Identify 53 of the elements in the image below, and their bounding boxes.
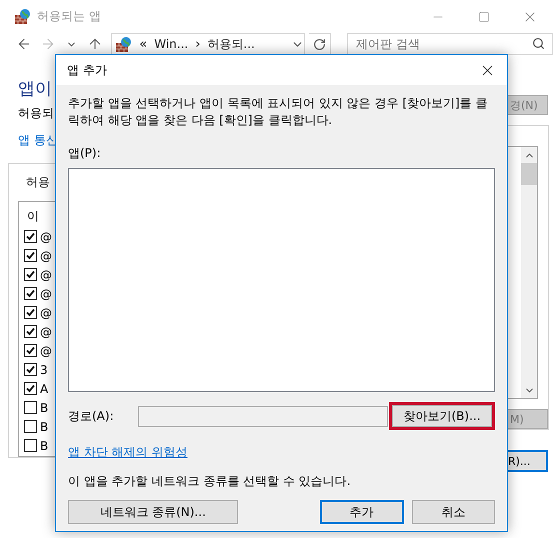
app-name: B xyxy=(40,400,48,414)
window-title: 허용되는 앱 xyxy=(37,8,102,25)
checkbox[interactable] xyxy=(24,230,37,243)
checkbox[interactable] xyxy=(24,249,37,262)
scrollbar[interactable] xyxy=(521,147,537,398)
scroll-thumb[interactable] xyxy=(521,163,537,185)
app-name: @ xyxy=(40,324,52,338)
checkbox[interactable] xyxy=(24,363,37,376)
breadcrumb-separator[interactable]: « xyxy=(139,36,148,52)
app-name: 3 xyxy=(40,362,48,376)
instructions-text: 추가할 앱을 선택하거나 앱이 목록에 표시되어 있지 않은 경우 [찾아보기]를 클릭하여 해당 앱을 찾은 다음 [확인]을 클릭합니다. xyxy=(68,95,489,129)
refresh-icon[interactable] xyxy=(313,38,326,50)
checkbox[interactable] xyxy=(24,344,37,357)
apps-label: 앱(P): xyxy=(68,145,102,162)
app-name: A xyxy=(40,382,48,396)
firewall-icon xyxy=(115,36,132,52)
column-header[interactable]: 이 xyxy=(24,208,39,227)
dialog-title: 앱 추가 xyxy=(67,62,108,78)
app-name: @ xyxy=(40,306,52,320)
app-name: @ xyxy=(40,248,52,262)
breadcrumb-item[interactable]: 허용되... xyxy=(207,36,255,52)
network-types-button[interactable]: 네트워크 종류(N)... xyxy=(68,500,238,524)
checkbox[interactable] xyxy=(24,325,37,338)
browse-button[interactable]: 찾아보기(B)... xyxy=(389,402,495,430)
breadcrumb-separator[interactable]: › xyxy=(195,36,200,52)
search-field[interactable]: 제어판 검색 xyxy=(347,33,553,55)
page-heading: 앱이 xyxy=(18,79,53,99)
checkbox[interactable] xyxy=(24,420,37,433)
checkbox[interactable] xyxy=(24,268,37,281)
app-name: @ xyxy=(40,230,52,244)
allow-another-app-button[interactable]: R)... xyxy=(508,450,548,472)
checkbox[interactable] xyxy=(24,401,37,414)
group-label: 허용 xyxy=(25,174,50,191)
risk-link[interactable]: 앱 차단 해제의 위험성 xyxy=(68,444,188,461)
path-label: 경로(A): xyxy=(68,408,115,424)
firewall-icon xyxy=(14,8,31,25)
app-name: @ xyxy=(40,286,52,300)
breadcrumb-item[interactable]: Win... xyxy=(154,37,188,51)
checkbox[interactable] xyxy=(24,382,37,395)
app-name: @ xyxy=(40,344,52,358)
app-name: @ xyxy=(40,268,52,282)
checkbox[interactable] xyxy=(24,306,37,319)
checkbox[interactable] xyxy=(24,287,37,300)
refresh-button[interactable] xyxy=(309,33,332,55)
app-name: B xyxy=(40,438,48,452)
network-note: 이 앱을 추가할 네트워크 종류를 선택할 수 있습니다. xyxy=(68,473,352,490)
checkbox[interactable] xyxy=(24,439,37,452)
path-field[interactable] xyxy=(138,406,388,426)
search-icon xyxy=(532,37,546,50)
page-subtitle: 허용되 xyxy=(18,105,55,122)
cancel-button[interactable]: 취소 xyxy=(412,500,496,524)
app-name: B xyxy=(40,420,48,434)
add-button[interactable]: 추가 xyxy=(320,500,404,524)
